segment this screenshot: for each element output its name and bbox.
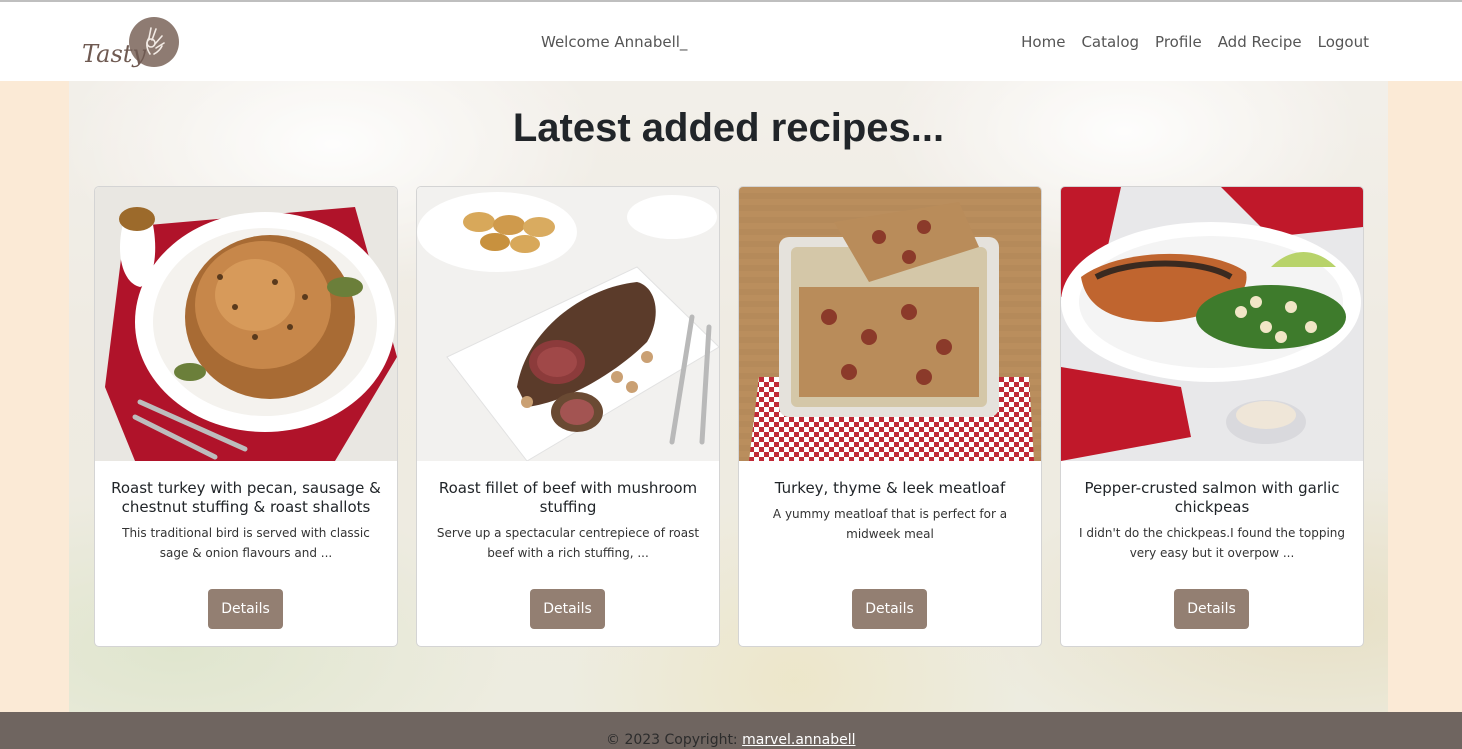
recipe-description: This traditional bird is served with cla… (122, 526, 370, 560)
copyright-text: © 2023 Copyright: (606, 732, 743, 748)
author-link[interactable]: marvel.annabell (742, 732, 855, 748)
tasty-logo[interactable]: Tasty (80, 16, 182, 70)
footer-copyright: © 2023 Copyright: marvel.annabell (606, 732, 856, 748)
nav-profile[interactable]: Profile (1155, 33, 1202, 51)
recipe-description: I didn't do the chickpeas.I found the to… (1078, 526, 1346, 560)
recipe-title: Roast turkey with pecan, sausage & chest… (111, 479, 381, 516)
navbar: Tasty Welcome Annabell_ Home Catalog Pro… (0, 2, 1462, 81)
page-title: Latest added recipes... (512, 106, 945, 150)
roast-beef-image (417, 187, 719, 461)
footer: © 2023 Copyright: marvel.annabell (0, 712, 1462, 749)
nav-home[interactable]: Home (1021, 33, 1065, 51)
nav-logout[interactable]: Logout (1318, 33, 1369, 51)
welcome-message: Welcome Annabell_ (541, 33, 688, 51)
recipe-card: Roast fillet of beef with mushroom stuff… (416, 186, 720, 647)
logo-text: Tasty (82, 40, 146, 68)
recipe-description: Serve up a spectacular centrepiece of ro… (436, 526, 700, 560)
roast-turkey-image (95, 187, 397, 461)
salmon-image (1061, 187, 1363, 461)
recipe-title: Pepper-crusted salmon with garlic chickp… (1084, 479, 1340, 516)
recipe-card: Pepper-crusted salmon with garlic chickp… (1060, 186, 1364, 647)
nav-links: Home Catalog Profile Add Recipe Logout (1021, 33, 1369, 51)
details-button[interactable]: Details (208, 589, 283, 629)
recipe-description: A yummy meatloaf that is perfect for a m… (772, 507, 1008, 541)
meatloaf-image (739, 187, 1041, 461)
details-button[interactable]: Details (852, 589, 927, 629)
recipe-title: Turkey, thyme & leek meatloaf (774, 479, 1006, 497)
main-content: Latest added recipes... Roast turkey wit… (69, 81, 1388, 712)
recipe-card: Roast turkey with pecan, sausage & chest… (94, 186, 398, 647)
nav-add-recipe[interactable]: Add Recipe (1218, 33, 1302, 51)
details-button[interactable]: Details (1174, 589, 1249, 629)
recipe-card: Turkey, thyme & leek meatloaf A yummy me… (738, 186, 1042, 647)
details-button[interactable]: Details (530, 589, 605, 629)
recipe-title: Roast fillet of beef with mushroom stuff… (438, 479, 698, 516)
nav-catalog[interactable]: Catalog (1081, 33, 1139, 51)
